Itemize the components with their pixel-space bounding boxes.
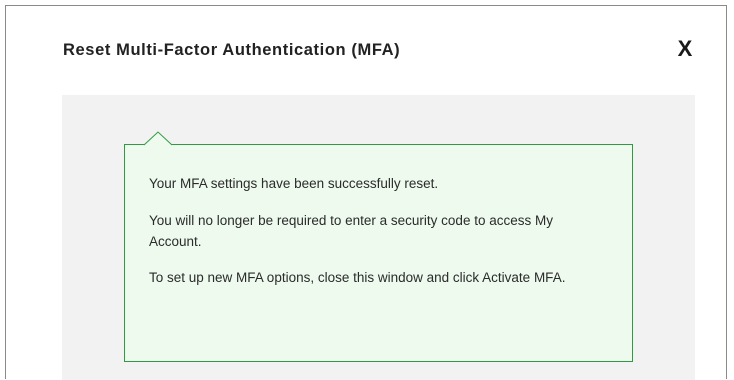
success-message: Your MFA settings have been successfully… <box>149 176 439 191</box>
success-callout: Your MFA settings have been successfully… <box>124 131 633 362</box>
success-message-box: Your MFA settings have been successfully… <box>124 144 633 362</box>
reset-mfa-dialog: Reset Multi-Factor Authentication (MFA) … <box>5 5 727 380</box>
dialog-title: Reset Multi-Factor Authentication (MFA) <box>63 41 401 59</box>
no-security-code-message: You will no longer be required to enter … <box>149 213 553 249</box>
close-button[interactable]: X <box>673 36 697 62</box>
callout-pointer-icon <box>143 131 173 146</box>
setup-instructions-message: To set up new MFA options, close this wi… <box>149 270 566 285</box>
content-panel: Your MFA settings have been successfully… <box>62 95 695 380</box>
